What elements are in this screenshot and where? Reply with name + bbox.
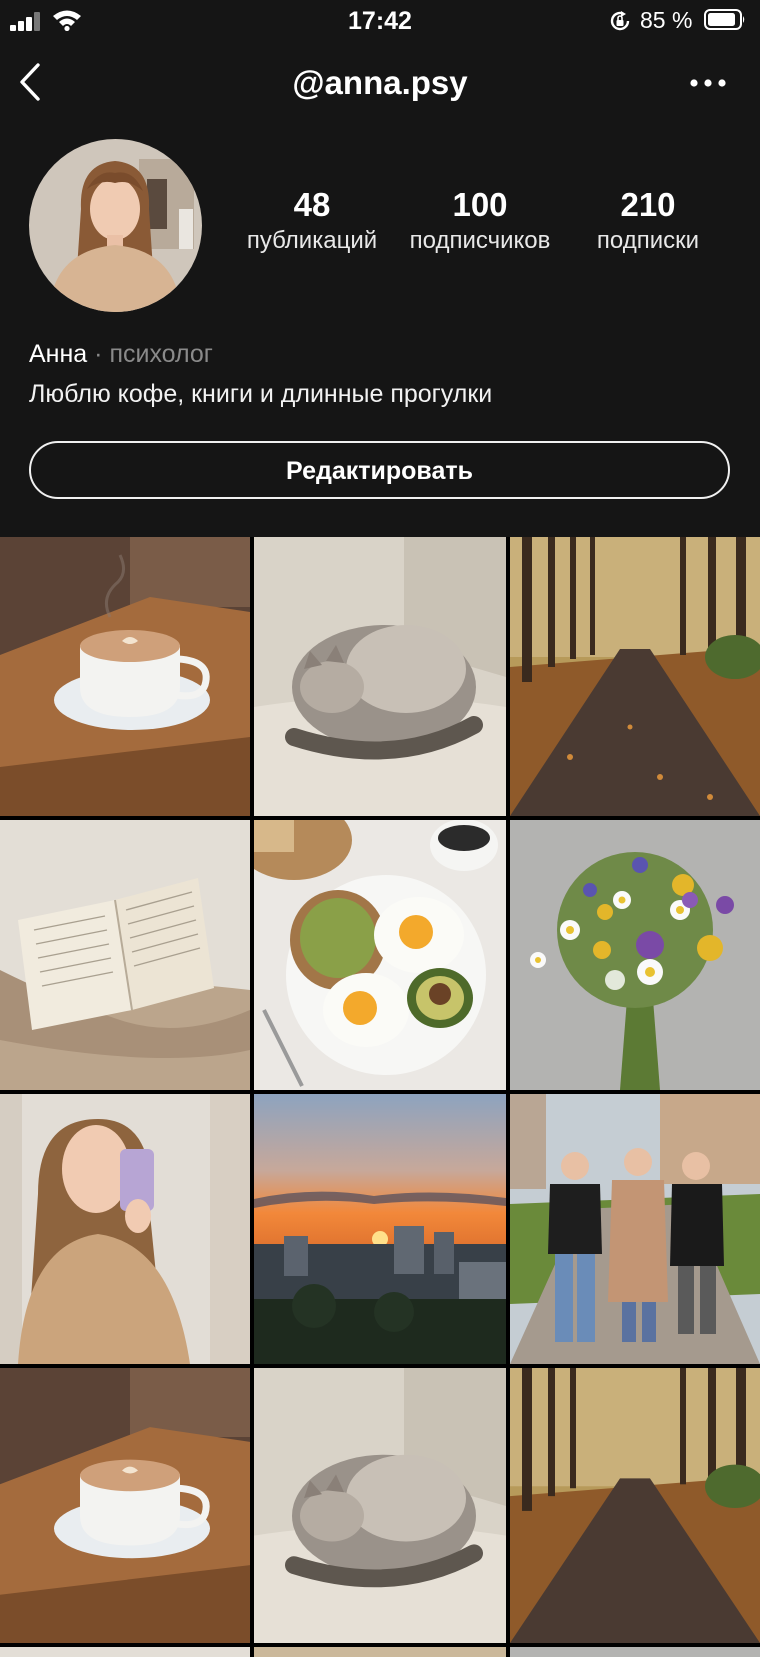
avatar[interactable]: [29, 139, 202, 312]
post-wildflower-bouquet[interactable]: [510, 1647, 760, 1657]
stat-value: 210: [620, 186, 676, 223]
post-autumn-park-path[interactable]: [510, 1368, 760, 1643]
post-autumn-park-path[interactable]: [510, 537, 760, 816]
stat-label: подписки: [596, 227, 700, 254]
posts-count[interactable]: 48 публикаций: [232, 186, 392, 258]
post-city-sunset[interactable]: [254, 1094, 506, 1364]
post-sleeping-cat[interactable]: [254, 1368, 506, 1643]
post-wildflower-bouquet[interactable]: [510, 820, 760, 1090]
post-breakfast-plate[interactable]: [254, 1647, 506, 1657]
profile-bio: Люблю кофе, книги и длинные прогулки: [29, 380, 493, 408]
post-open-book[interactable]: [0, 1647, 250, 1657]
post-coffee-cup[interactable]: [0, 1368, 250, 1643]
stat-value: 100: [452, 186, 508, 223]
stat-label: публикаций: [246, 227, 378, 254]
more-options-icon[interactable]: [688, 76, 728, 90]
post-breakfast-plate[interactable]: [254, 820, 506, 1090]
stat-value: 48: [293, 186, 331, 223]
edit-profile-button[interactable]: Редактировать: [29, 441, 730, 499]
name-separator: ·: [94, 340, 103, 368]
battery-icon: [704, 9, 745, 30]
followers-count[interactable]: 100 подписчиков: [400, 186, 560, 258]
battery-percent: 85 %: [640, 7, 693, 33]
profile-role: психолог: [109, 340, 213, 368]
following-count[interactable]: 210 подписки: [568, 186, 728, 258]
profile-username: @anna.psy: [292, 64, 468, 101]
post-friends-walking[interactable]: [510, 1094, 760, 1364]
post-sleeping-cat[interactable]: [254, 537, 506, 816]
post-mirror-selfie[interactable]: [0, 1094, 250, 1364]
profile-name-line: Анна · психолог: [29, 340, 213, 369]
stat-label: подписчиков: [409, 227, 551, 254]
profile-name: Анна: [29, 340, 88, 368]
post-coffee-cup[interactable]: [0, 537, 250, 816]
rotation-lock-icon: [610, 11, 630, 31]
post-open-book[interactable]: [0, 820, 250, 1090]
status-bar: 17:42 85 %: [0, 0, 760, 42]
